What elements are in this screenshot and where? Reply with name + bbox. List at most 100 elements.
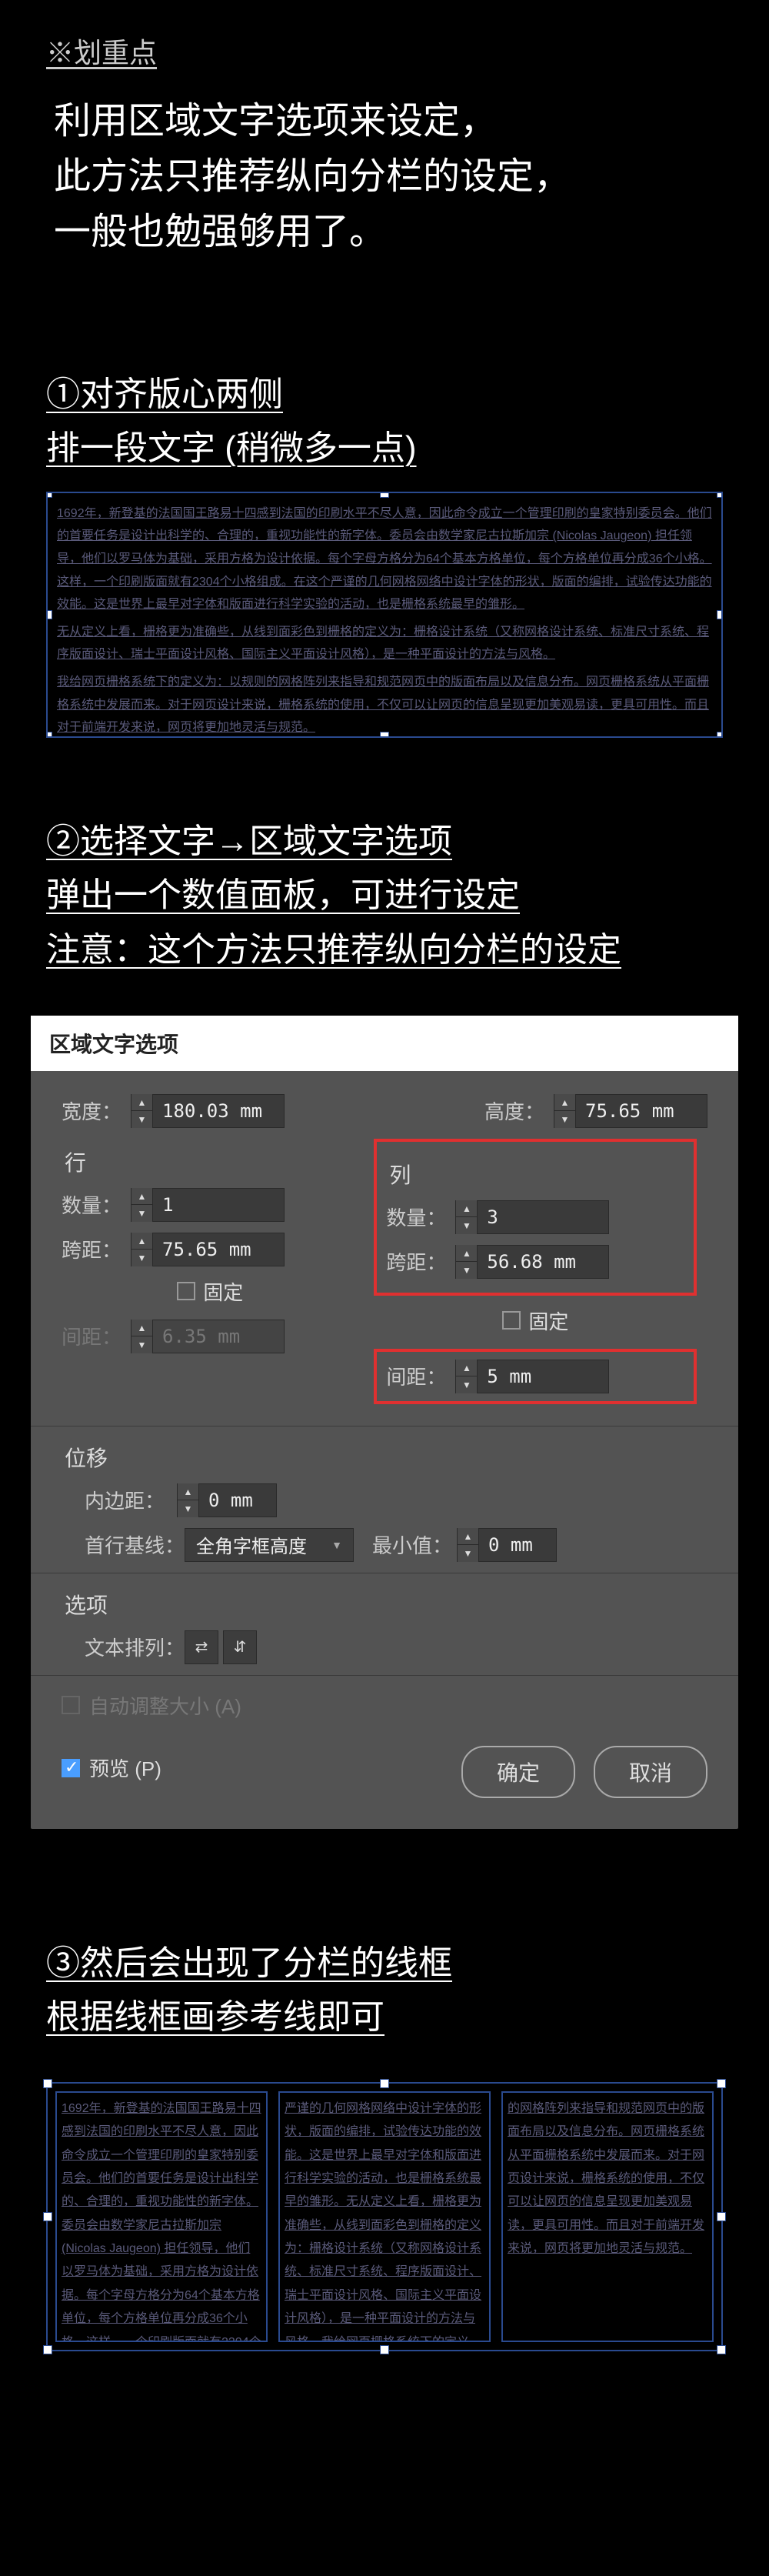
placeholder-para-1: 1692年，新登基的法国国王路易十四感到法国的印刷水平不尽人意，因此命令成立一个…	[57, 502, 712, 616]
cols-count-stepper[interactable]: ▲▼ 3	[455, 1200, 609, 1234]
inset-stepper[interactable]: ▲▼ 0 mm	[177, 1483, 277, 1517]
step3-heading: ③然后会出现了分栏的线框 根据线框画参考线即可	[46, 1937, 723, 2045]
chevron-down-icon[interactable]: ▼	[131, 1205, 152, 1222]
width-value[interactable]: 180.03 mm	[153, 1095, 284, 1127]
summary-line-2: 此方法只推荐纵向分栏的设定，	[54, 156, 571, 197]
chevron-down-icon[interactable]: ▼	[554, 1111, 575, 1128]
step2-title-l3: 注意：这个方法只推荐纵向分栏的设定	[46, 931, 621, 969]
cols-fixed-label: 固定	[528, 1306, 568, 1335]
textflow-vertical-icon[interactable]: ⇵	[223, 1630, 257, 1664]
step2-title-l2: 弹出一个数值面板，可进行设定	[46, 876, 520, 914]
chevron-up-icon[interactable]: ▲	[458, 1528, 478, 1546]
textflow-horizontal-icon[interactable]: ⇄	[185, 1630, 218, 1664]
width-stepper[interactable]: ▲▼ 180.03 mm	[131, 1094, 285, 1128]
chevron-up-icon[interactable]: ▲	[554, 1094, 575, 1112]
frame-handle-icon[interactable]	[43, 2345, 52, 2354]
height-label: 高度：	[484, 1096, 554, 1125]
step2-title-l1: ②选择文字→区域文字选项	[46, 823, 452, 860]
chevron-down-icon[interactable]: ▼	[456, 1376, 477, 1393]
chevron-down-icon[interactable]: ▼	[131, 1111, 152, 1128]
options-group-label: 选项	[65, 1589, 707, 1620]
frame-handle-icon[interactable]	[717, 2345, 726, 2354]
rows-span-label: 跨距：	[62, 1235, 131, 1263]
frame-handle-icon[interactable]	[380, 2079, 389, 2088]
min-label: 最小值：	[372, 1530, 457, 1559]
key-point-heading: ※划重点	[46, 31, 723, 71]
frame-handle-icon[interactable]	[717, 492, 723, 498]
chevron-down-icon[interactable]: ▼	[458, 1545, 478, 1562]
step3-title-l1: ③然后会出现了分栏的线框	[46, 1944, 452, 1982]
frame-handle-icon[interactable]	[717, 2212, 726, 2221]
rows-fixed-checkbox[interactable]	[177, 1282, 195, 1300]
cols-span-label: 跨距：	[386, 1247, 455, 1276]
divider	[31, 1675, 738, 1676]
min-stepper[interactable]: ▲▼ 0 mm	[457, 1528, 557, 1562]
chevron-up-icon[interactable]: ▲	[456, 1360, 477, 1377]
text-frame-columns[interactable]: 1692年，新登基的法国国王路易十四感到法国的印刷水平不尽人意，因此命令成立一个…	[46, 2082, 723, 2351]
placeholder-para-3: 我给网页栅格系统下的定义为：以规则的网格阵列来指导和规范网页中的版面布局以及信息…	[57, 671, 712, 738]
cols-gutter-value[interactable]: 5 mm	[478, 1360, 608, 1393]
autosize-checkbox[interactable]	[62, 1696, 80, 1714]
autosize-label: 自动调整大小 (A)	[89, 1691, 241, 1720]
step1-heading: ①对齐版心两侧 排一段文字 (稍微多一点)	[46, 368, 723, 476]
cancel-button[interactable]: 取消	[594, 1746, 707, 1798]
ok-button[interactable]: 确定	[461, 1746, 575, 1798]
area-type-options-dialog: 区域文字选项 宽度： ▲▼ 180.03 mm 高度： ▲▼ 75.65 mm	[31, 1016, 738, 1829]
chevron-down-icon[interactable]: ▼	[131, 1250, 152, 1266]
chevron-up-icon[interactable]: ▲	[131, 1233, 152, 1250]
cols-gutter-label: 间距：	[386, 1362, 455, 1390]
frame-handle-icon[interactable]	[717, 732, 723, 738]
column-2: 严谨的几何网格网络中设计字体的形状，版面的编排，试验传达功能的效能。这是世界上最…	[278, 2091, 491, 2342]
placeholder-para-2: 无从定义上看，栅格更为准确些，从线到面彩色到栅格的定义为：栅格设计系统（又称网格…	[57, 621, 712, 666]
rows-group-label: 行	[65, 1146, 358, 1177]
frame-handle-icon[interactable]	[43, 2212, 52, 2221]
gutter-highlight-box: 间距： ▲▼ 5 mm	[374, 1349, 697, 1404]
chevron-up-icon[interactable]: ▲	[456, 1245, 477, 1263]
frame-handle-icon[interactable]	[717, 610, 723, 619]
chevron-up-icon[interactable]: ▲	[178, 1483, 198, 1501]
dialog-title: 区域文字选项	[31, 1016, 738, 1071]
rows-span-value[interactable]: 75.65 mm	[153, 1233, 284, 1266]
frame-handle-icon[interactable]	[46, 610, 52, 619]
textflow-label: 文本排列：	[85, 1633, 185, 1661]
preview-label: 预览 (P)	[89, 1753, 161, 1782]
text-frame-single[interactable]: 1692年，新登基的法国国王路易十四感到法国的印刷水平不尽人意，因此命令成立一个…	[46, 492, 723, 738]
cols-fixed-checkbox[interactable]	[502, 1311, 521, 1330]
chevron-up-icon[interactable]: ▲	[131, 1188, 152, 1206]
frame-handle-icon[interactable]	[380, 2345, 389, 2354]
frame-handle-icon[interactable]	[46, 732, 52, 738]
step3-title-l2: 根据线框画参考线即可	[46, 1998, 384, 2036]
frame-handle-icon[interactable]	[380, 492, 389, 498]
chevron-up-icon[interactable]: ▲	[456, 1200, 477, 1218]
chevron-down-icon: ▼	[131, 1336, 152, 1353]
cols-span-value[interactable]: 56.68 mm	[478, 1246, 608, 1278]
rows-count-stepper[interactable]: ▲▼ 1	[131, 1188, 285, 1222]
width-label: 宽度：	[62, 1096, 131, 1125]
height-value[interactable]: 75.65 mm	[576, 1095, 707, 1127]
rows-count-label: 数量：	[62, 1190, 131, 1219]
cols-gutter-stepper[interactable]: ▲▼ 5 mm	[455, 1360, 609, 1393]
inset-label: 内边距：	[85, 1486, 177, 1514]
chevron-down-icon: ▼	[331, 1539, 342, 1551]
baseline-label: 首行基线：	[85, 1530, 185, 1559]
chevron-down-icon[interactable]: ▼	[456, 1217, 477, 1234]
cols-count-value[interactable]: 3	[478, 1201, 608, 1233]
columns-highlight-box: 列 数量： ▲▼ 3 跨距： ▲▼ 56.68 mm	[374, 1139, 697, 1296]
inset-value[interactable]: 0 mm	[199, 1484, 276, 1517]
chevron-up-icon[interactable]: ▲	[131, 1094, 152, 1112]
cols-span-stepper[interactable]: ▲▼ 56.68 mm	[455, 1245, 609, 1279]
rows-gutter-stepper: ▲▼ 6.35 mm	[131, 1320, 285, 1353]
rows-count-value[interactable]: 1	[153, 1189, 284, 1221]
baseline-select[interactable]: 全角字框高度 ▼	[185, 1528, 354, 1562]
chevron-down-icon[interactable]: ▼	[456, 1262, 477, 1279]
step1-title-l1: ①对齐版心两侧	[46, 375, 283, 413]
chevron-down-icon[interactable]: ▼	[178, 1500, 198, 1517]
frame-handle-icon[interactable]	[717, 2079, 726, 2088]
rows-span-stepper[interactable]: ▲▼ 75.65 mm	[131, 1233, 285, 1266]
frame-handle-icon[interactable]	[46, 492, 52, 498]
height-stepper[interactable]: ▲▼ 75.65 mm	[554, 1094, 707, 1128]
frame-handle-icon[interactable]	[43, 2079, 52, 2088]
min-value[interactable]: 0 mm	[479, 1529, 556, 1561]
chevron-up-icon: ▲	[131, 1320, 152, 1337]
preview-checkbox[interactable]	[62, 1759, 80, 1777]
